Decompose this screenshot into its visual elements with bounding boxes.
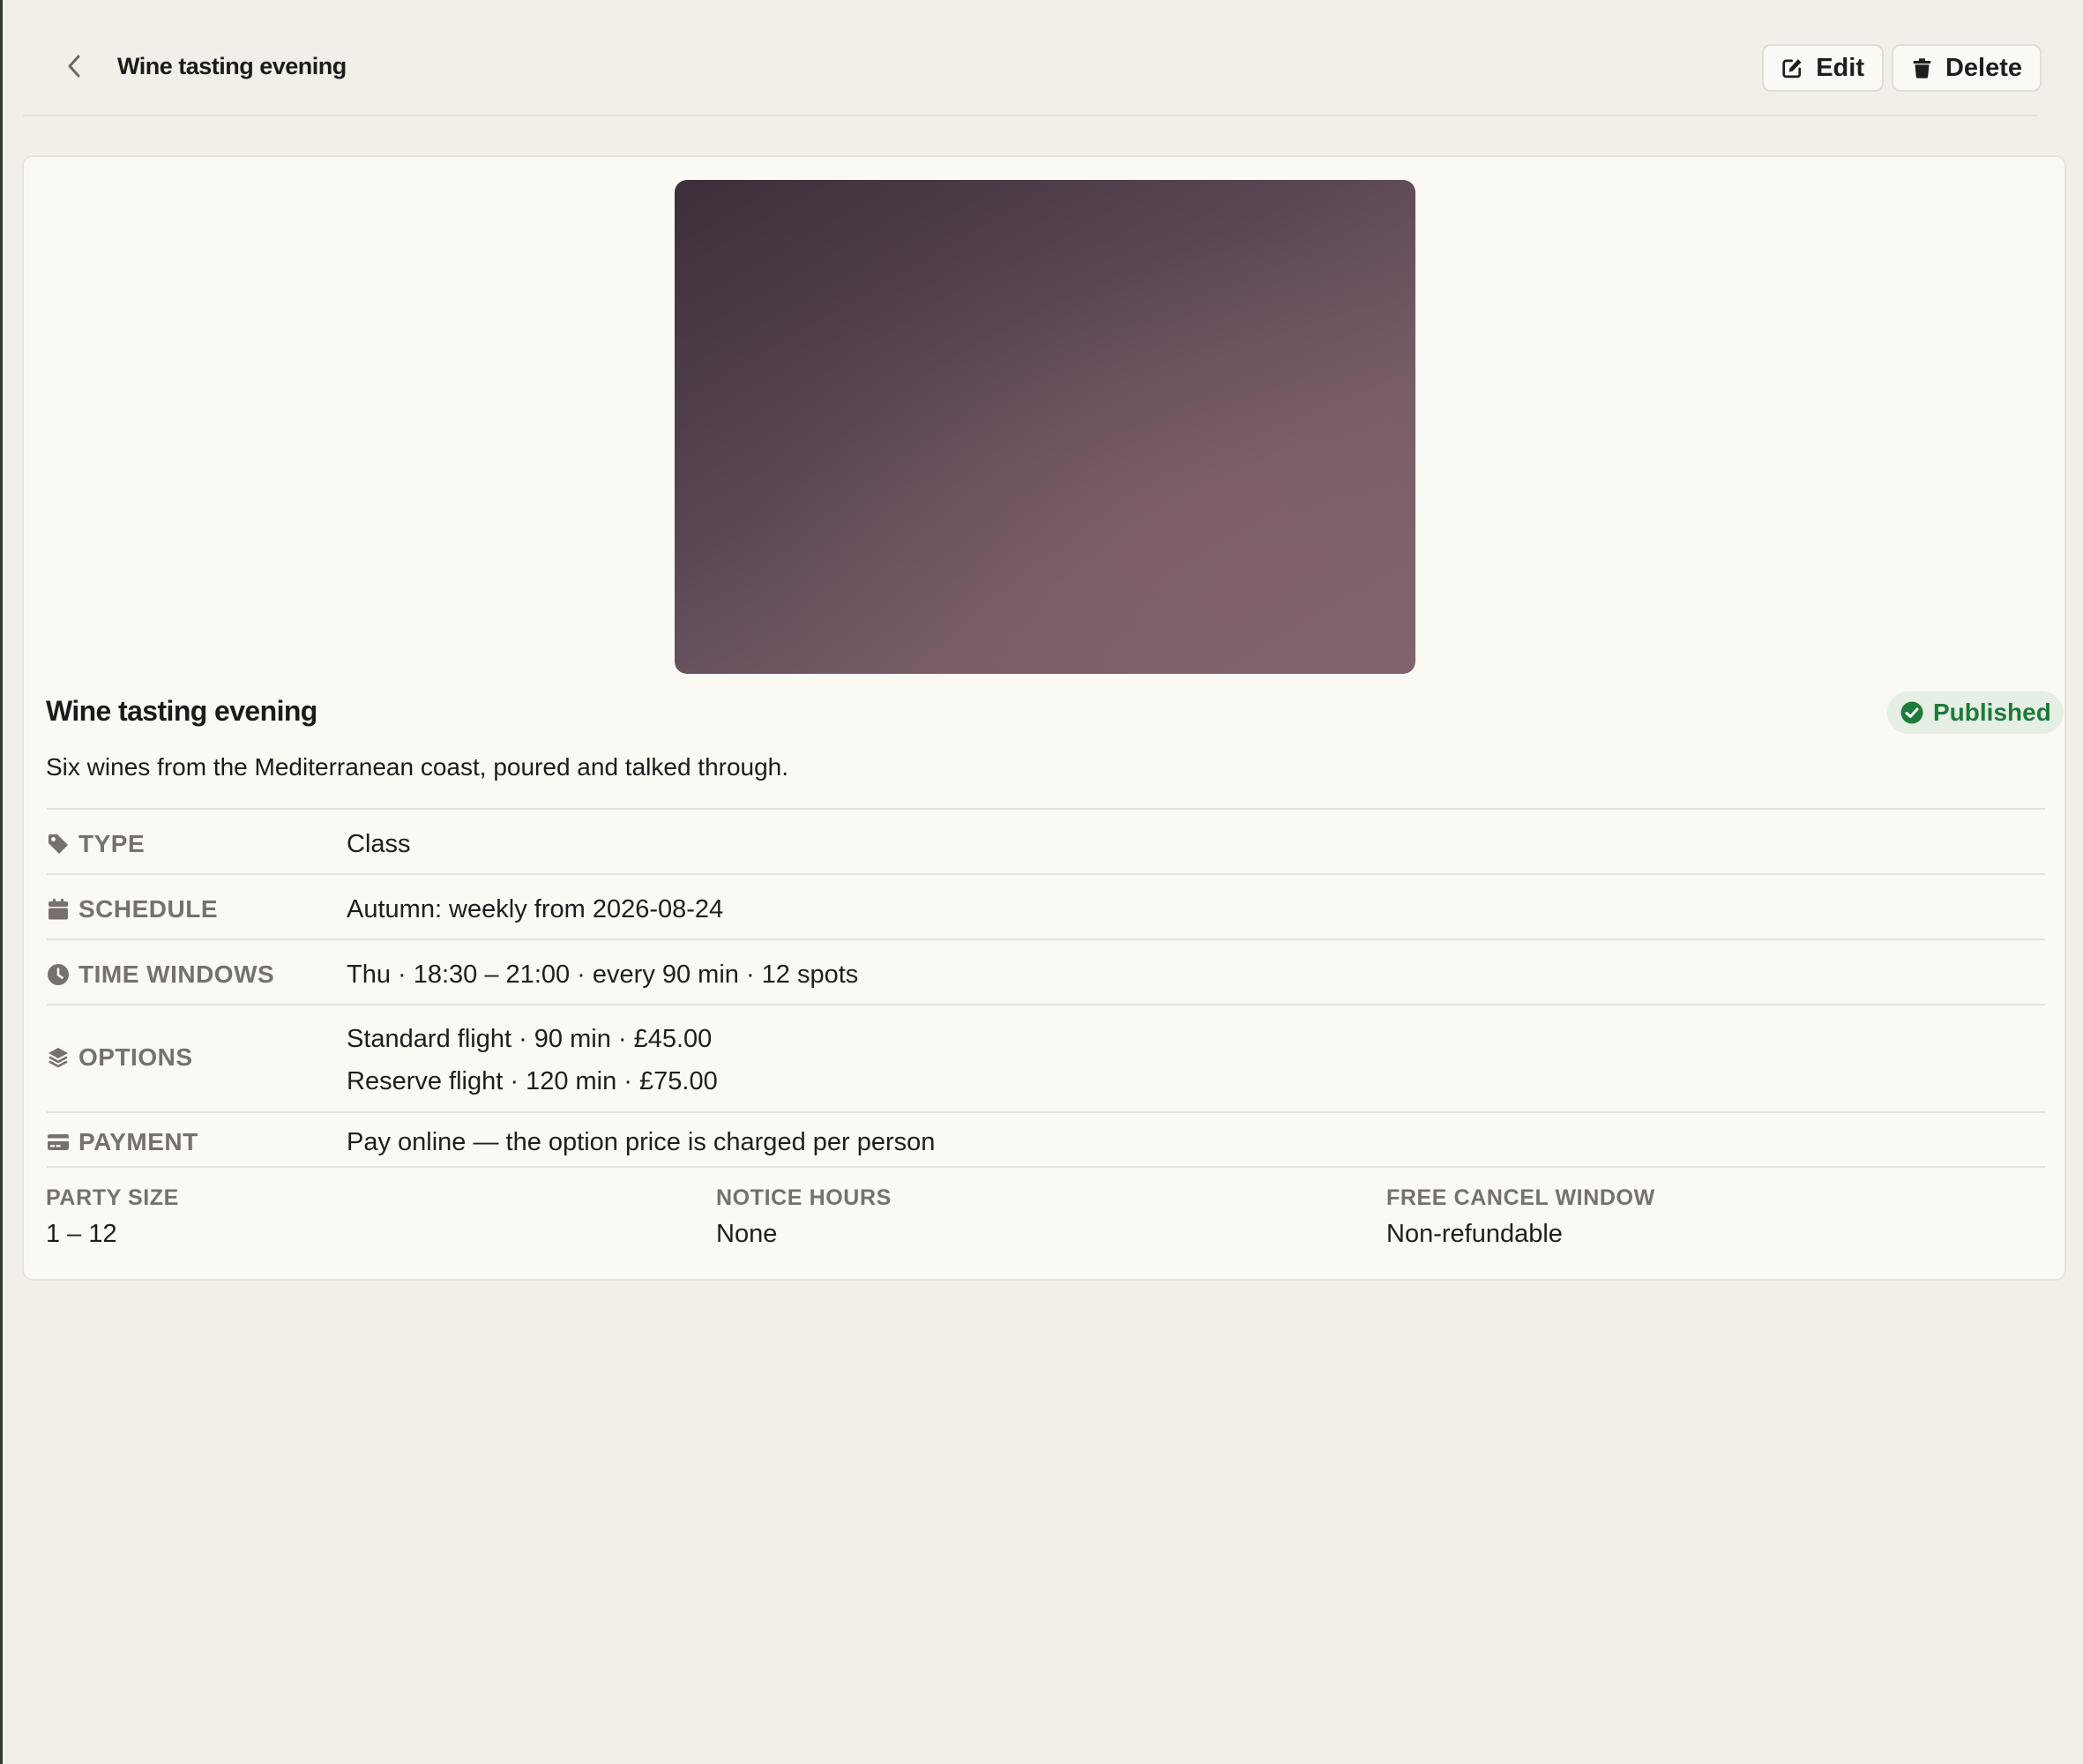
detail-label-type: TYPE: [78, 830, 146, 857]
delete-button[interactable]: Delete: [1892, 44, 2042, 92]
clock-icon: [48, 964, 69, 985]
option-item: Reserve flight · 120 min · £75.00: [347, 1067, 718, 1095]
experience-description: Six wines from the Mediterranean coast, …: [46, 753, 789, 781]
stat-label: FREE CANCEL WINDOW: [1386, 1185, 1655, 1210]
calendar-icon: [49, 899, 68, 920]
layers-icon: [49, 1048, 68, 1068]
detail-row-payment: PAYMENT Pay online — the option price is…: [47, 1111, 2045, 1168]
app-window: Wine tasting evening Edit Delete Wine ta…: [0, 0, 2083, 1764]
edit-button[interactable]: Edit: [1762, 44, 1884, 92]
stat-label: PARTY SIZE: [46, 1185, 179, 1210]
detail-label-options: OPTIONS: [78, 1043, 193, 1071]
credit-card-icon: [48, 1134, 69, 1150]
stat-label: NOTICE HOURS: [716, 1185, 892, 1210]
stat-value: None: [716, 1220, 778, 1248]
status-badge-label: Published: [1933, 699, 2051, 726]
details-list: TYPE Class SCHEDULE Autumn: weekly from …: [47, 808, 2045, 1168]
stat-party-size: PARTY SIZE 1 – 12: [46, 1185, 179, 1249]
trash-icon: [1913, 58, 1931, 78]
detail-label-payment: PAYMENT: [78, 1128, 198, 1155]
experience-image: [675, 180, 1415, 674]
page-title: Wine tasting evening: [117, 53, 347, 79]
option-item: Standard flight · 90 min · £45.00: [347, 1025, 713, 1053]
stat-value: 1 – 12: [46, 1220, 117, 1248]
detail-row-options: OPTIONS Standard flight · 90 min · £45.0…: [47, 1004, 2045, 1111]
edit-button-label: Edit: [1816, 53, 1864, 82]
detail-row-type: TYPE Class: [47, 808, 2045, 873]
detail-value-schedule: Autumn: weekly from 2026-08-24: [347, 895, 724, 923]
detail-label-schedule: SCHEDULE: [78, 895, 219, 923]
detail-value-type: Class: [347, 830, 411, 858]
detail-row-schedule: SCHEDULE Autumn: weekly from 2026-08-24: [47, 873, 2045, 938]
experience-title: Wine tasting evening: [46, 695, 317, 727]
detail-value-time-windows: Thu · 18:30 – 21:00 · every 90 min · 12 …: [347, 960, 859, 989]
back-button[interactable]: [57, 49, 91, 83]
stat-value: Non-refundable: [1386, 1220, 1563, 1248]
detail-row-time-windows: TIME WINDOWS Thu · 18:30 – 21:00 · every…: [47, 938, 2045, 1004]
experience-card: Wine tasting evening Published Six wines…: [22, 155, 2066, 1281]
check-circle-icon: [1900, 701, 1923, 724]
detail-value-payment: Pay online — the option price is charged…: [347, 1128, 936, 1156]
edit-icon: [1782, 59, 1802, 78]
delete-button-label: Delete: [1945, 53, 2022, 82]
detail-label-time-windows: TIME WINDOWS: [78, 960, 275, 988]
chevron-left-icon: [68, 55, 80, 78]
page-header: Wine tasting evening Edit Delete: [3, 0, 2083, 115]
status-badge: Published: [1887, 691, 2064, 734]
stat-free-cancel-window: FREE CANCEL WINDOW Non-refundable: [1386, 1185, 1655, 1249]
stat-notice-hours: NOTICE HOURS None: [716, 1185, 892, 1249]
header-divider: [23, 115, 2037, 116]
tag-icon: [49, 834, 68, 854]
